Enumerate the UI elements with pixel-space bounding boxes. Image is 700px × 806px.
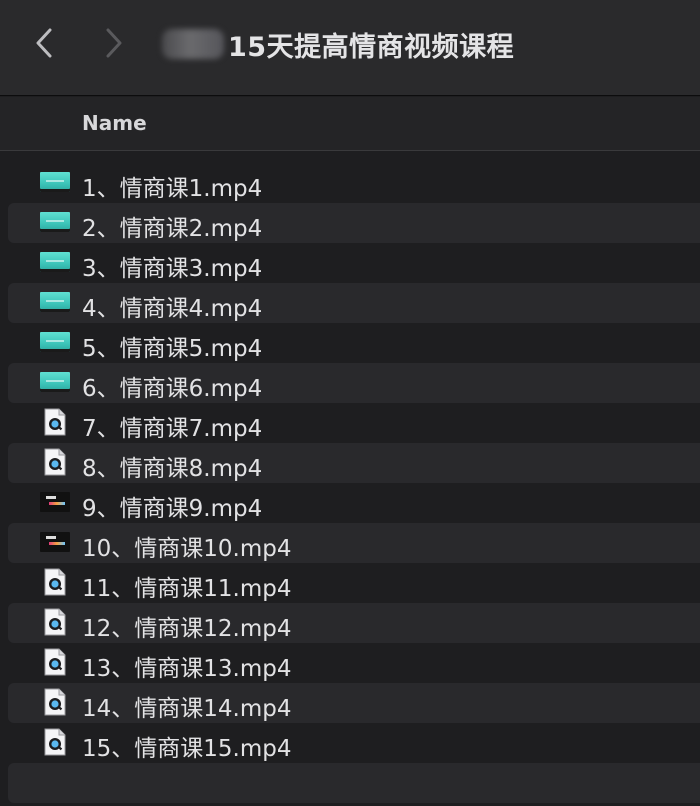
file-row[interactable]: 5、情商课5.mp4	[8, 323, 700, 363]
name-column-header[interactable]: Name	[82, 111, 147, 135]
file-name: 12、情商课12.mp4	[82, 616, 292, 642]
file-name: 11、情商课11.mp4	[82, 576, 292, 602]
quicktime-file-icon	[44, 688, 66, 716]
video-thumbnail-icon	[40, 332, 70, 352]
video-thumbnail-icon	[40, 372, 70, 392]
back-button[interactable]	[26, 20, 62, 66]
file-row[interactable]: 10、情商课10.mp4	[8, 523, 700, 563]
file-row[interactable]: 9、情商课9.mp4	[8, 483, 700, 523]
video-thumbnail-icon	[40, 212, 70, 232]
quicktime-file-icon	[44, 608, 66, 636]
quicktime-file-icon	[44, 408, 66, 436]
file-name: 9、情商课9.mp4	[82, 496, 263, 522]
file-row[interactable]: 3、情商课3.mp4	[8, 243, 700, 283]
file-name: 2、情商课2.mp4	[82, 216, 263, 242]
column-header: Name	[0, 97, 700, 151]
quicktime-file-icon	[44, 448, 66, 476]
video-thumbnail-icon	[40, 252, 70, 272]
chevron-left-icon	[36, 28, 52, 58]
video-thumbnail-icon	[40, 492, 70, 512]
file-row[interactable]: 8、情商课8.mp4	[8, 443, 700, 483]
file-name: 6、情商课6.mp4	[82, 376, 263, 402]
toolbar: 15天提高情商视频课程	[0, 0, 700, 96]
quicktime-file-icon	[44, 648, 66, 676]
file-row[interactable]: 1、情商课1.mp4	[8, 163, 700, 203]
file-name: 13、情商课13.mp4	[82, 656, 292, 682]
file-row[interactable]: 2、情商课2.mp4	[8, 203, 700, 243]
forward-button[interactable]	[96, 20, 132, 66]
chevron-right-icon	[106, 28, 122, 58]
file-name: 15、情商课15.mp4	[82, 736, 292, 762]
file-name: 10、情商课10.mp4	[82, 536, 292, 562]
video-thumbnail-icon	[40, 172, 70, 192]
file-row[interactable]: 6、情商课6.mp4	[8, 363, 700, 403]
file-name: 14、情商课14.mp4	[82, 696, 292, 722]
video-thumbnail-icon	[40, 292, 70, 312]
file-row[interactable]: 7、情商课7.mp4	[8, 403, 700, 443]
blurred-title-prefix	[162, 29, 224, 59]
file-row[interactable]: 13、情商课13.mp4	[8, 643, 700, 683]
window-title: 15天提高情商视频课程	[228, 31, 515, 63]
quicktime-file-icon	[44, 728, 66, 756]
empty-row	[8, 763, 700, 803]
window-title-area: 15天提高情商视频课程	[162, 22, 514, 66]
file-name: 3、情商课3.mp4	[82, 256, 263, 282]
file-row[interactable]: 14、情商课14.mp4	[8, 683, 700, 723]
quicktime-file-icon	[44, 568, 66, 596]
file-list: 1、情商课1.mp4 2、情商课2.mp4 3、情商课3.mp4 4、情商课4.mp4…	[0, 163, 700, 803]
file-name: 7、情商课7.mp4	[82, 416, 263, 442]
file-name: 4、情商课4.mp4	[82, 296, 263, 322]
video-thumbnail-icon	[40, 532, 70, 552]
finder-window: 15天提高情商视频课程 Name 1、情商课1.mp4 2、情商课2.mp4 3、情…	[0, 0, 700, 806]
file-row[interactable]: 15、情商课15.mp4	[8, 723, 700, 763]
file-row[interactable]: 11、情商课11.mp4	[8, 563, 700, 603]
file-name: 8、情商课8.mp4	[82, 456, 263, 482]
file-name: 5、情商课5.mp4	[82, 336, 263, 362]
file-row[interactable]: 4、情商课4.mp4	[8, 283, 700, 323]
file-row[interactable]: 12、情商课12.mp4	[8, 603, 700, 643]
file-name: 1、情商课1.mp4	[82, 176, 263, 202]
